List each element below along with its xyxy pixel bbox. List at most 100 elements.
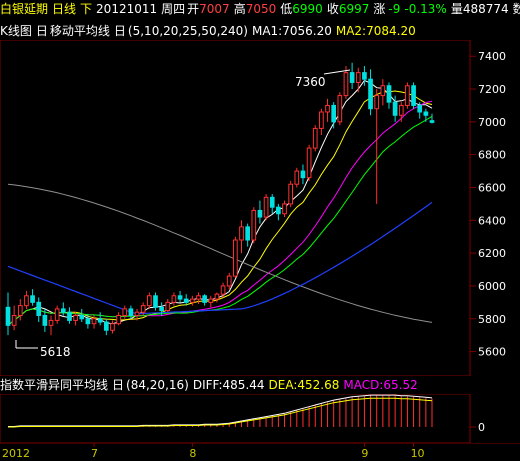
y-tick-label: 7400 <box>478 50 506 63</box>
candle-body <box>103 321 109 331</box>
date-label: 20121011 <box>96 2 158 16</box>
kline-chart-label[interactable]: K线图 <box>0 24 32 38</box>
x-tick-label: 2012 <box>2 447 30 460</box>
macd-params-toggle[interactable]: 日 <box>112 378 124 392</box>
y-tick-label: 7000 <box>478 116 506 129</box>
candle-body <box>423 111 429 116</box>
candle-body <box>331 104 337 123</box>
candle-body <box>190 298 195 303</box>
candle-body <box>146 295 152 307</box>
macd-params: (84,20,16) <box>126 378 189 392</box>
volume-label: 量 <box>450 2 463 16</box>
candle-body <box>128 308 134 316</box>
y-tick-label: 5800 <box>478 313 506 326</box>
high-value: 7050 <box>245 2 277 16</box>
candle-body <box>196 295 201 300</box>
candle-body <box>312 127 318 149</box>
macd-chart[interactable]: 0 <box>0 394 520 443</box>
candle-body <box>159 306 164 312</box>
quote-header: 白银延期 日线下 20121011 周四 开7007 高7050 低6990 收6997 涨 -9… <box>0 0 520 18</box>
candle-body <box>208 298 214 303</box>
x-tick-label: 10 <box>411 447 425 460</box>
ma1-value: MA1:7056.20 <box>251 24 332 38</box>
x-axis-ticks: 2012 7 8 9 10 <box>2 443 425 460</box>
ma-indicator-bar: K线图日移动平均线日 (5,10,20,25,50,240) MA1:7056.20… <box>0 22 520 40</box>
macd-zero-label: 0 <box>478 421 485 434</box>
candle-body <box>183 298 189 303</box>
candle-body <box>368 78 373 110</box>
ma-params: (5,10,20,25,50,240) <box>127 24 248 38</box>
candle-body <box>355 72 361 83</box>
candle-body <box>386 85 392 103</box>
change-pct: -0.13% <box>404 2 447 16</box>
macd-indicator-bar: 指数平滑异同平均线日 (84,20,16) DIFF:485.44 DEA:452.6… <box>0 376 520 394</box>
change-label: 涨 <box>373 2 386 16</box>
candle-body <box>226 275 232 287</box>
close-value: 6997 <box>338 2 370 16</box>
diff-value: DIFF:485.44 <box>192 378 265 392</box>
candle-body <box>362 72 367 80</box>
candle-body <box>60 308 66 313</box>
volume-value: 488774 <box>462 2 509 16</box>
weekday-label: 周四 <box>161 2 186 16</box>
candlestick-chart[interactable]: 7400 7200 7000 6800 6600 6400 6200 6000 5800 5600… <box>0 40 520 376</box>
ma-indicator-name[interactable]: 移动平均线 <box>50 24 110 38</box>
candle-body <box>5 306 11 326</box>
y-tick-label: 6000 <box>478 280 506 293</box>
candle-body <box>294 170 300 185</box>
y-tick-label: 6400 <box>478 214 506 227</box>
extra-label: 数 <box>512 2 520 16</box>
x-axis: 2012 7 8 9 10 <box>0 443 520 460</box>
candle-body <box>276 206 281 215</box>
candle-body <box>91 318 97 325</box>
candle-body <box>165 301 171 312</box>
high-label: 高 <box>233 2 246 16</box>
candle-body <box>245 226 250 241</box>
candle-body <box>374 95 380 110</box>
candle-body <box>97 318 103 323</box>
period-label[interactable]: 日线 <box>52 2 76 16</box>
low-value: 6990 <box>292 2 323 16</box>
change-value: -9 <box>388 2 401 16</box>
candle-body <box>220 285 226 295</box>
y-tick-label: 6800 <box>478 149 506 162</box>
chart-window: 白银延期 日线下 20121011 周四 开7007 高7050 低6990 收6997 涨 -9… <box>0 0 520 461</box>
candle-body <box>325 104 330 113</box>
candle-body <box>398 104 404 116</box>
y-tick-label: 6600 <box>478 181 506 194</box>
chart-frame <box>0 40 471 376</box>
candle-body <box>54 308 60 321</box>
high-annotation: 7360 <box>295 75 326 89</box>
y-tick-label: 7200 <box>478 83 506 96</box>
candle-body <box>269 196 275 208</box>
low-label: 低 <box>280 2 293 16</box>
indicator-toggle[interactable]: 日 <box>36 24 48 38</box>
candle-body <box>417 104 423 113</box>
candle-body <box>380 85 386 97</box>
instrument-name[interactable]: 白银延期 <box>0 2 48 16</box>
macd-value: MACD:65.52 <box>343 378 418 392</box>
close-label: 收 <box>326 2 339 16</box>
macd-indicator-name[interactable]: 指数平滑异同平均线 <box>0 378 108 392</box>
candle-body <box>36 301 42 316</box>
candle-body <box>411 85 416 106</box>
open-value: 7007 <box>199 2 230 16</box>
candle-body <box>30 295 35 303</box>
ma2-value: MA2:7084.20 <box>335 24 416 38</box>
candle-body <box>257 209 263 218</box>
candle-body <box>122 308 128 316</box>
dea-value: DEA:452.68 <box>268 378 340 392</box>
candle-body <box>429 120 435 123</box>
y-axis: 7400 7200 7000 6800 6600 6400 6200 6000 5800 5600 <box>470 50 506 359</box>
candle-body <box>134 311 140 316</box>
params-toggle[interactable]: 日 <box>114 24 126 38</box>
candle-body <box>85 318 91 325</box>
candle-body <box>153 295 158 308</box>
y-tick-label: 5600 <box>478 346 506 359</box>
candle-body <box>11 314 17 326</box>
candle-body <box>392 101 398 116</box>
candle-body <box>171 295 177 303</box>
candle-body <box>282 203 287 215</box>
candle-body <box>288 183 294 205</box>
candle-body <box>110 323 115 331</box>
